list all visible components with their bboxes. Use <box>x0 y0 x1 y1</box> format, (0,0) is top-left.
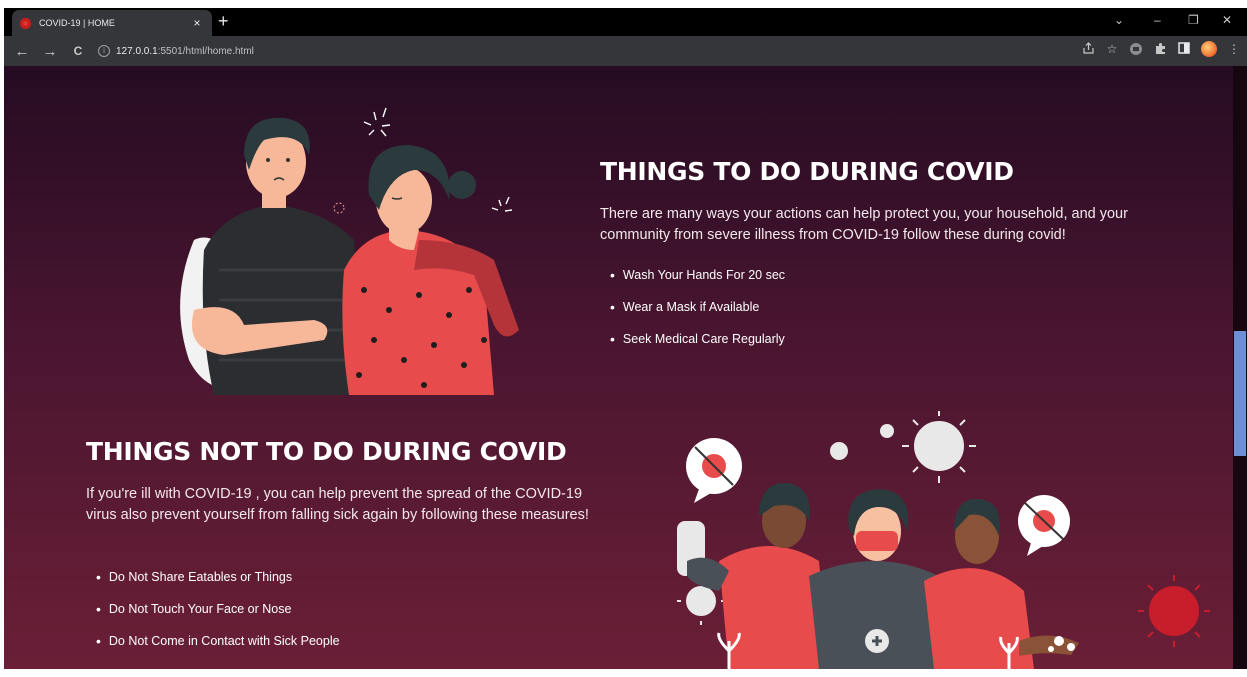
forward-button[interactable]: → <box>36 43 64 60</box>
url-host: 127.0.0.1 <box>116 45 158 57</box>
browser-toolbar: ← → C i 127.0.0.1 :5501/html/home.html ☆… <box>4 36 1247 66</box>
list-item: Do Not Come in Contact with Sick People <box>96 625 340 657</box>
extension-box-icon[interactable] <box>1129 42 1143 56</box>
list-item: Wash Your Hands For 20 sec <box>610 259 785 291</box>
tab-search-button[interactable]: ⌄ <box>1114 13 1124 27</box>
things-not-to-do-list: Do Not Share Eatables or Things Do Not T… <box>96 561 340 657</box>
things-to-do-description: There are many ways your actions can hel… <box>600 206 1128 243</box>
list-item: Wear a Mask if Available <box>610 291 785 323</box>
maximize-button[interactable]: ❐ <box>1188 13 1199 27</box>
no-virus-bubble-left <box>686 438 742 503</box>
things-not-to-do-description: If you're ill with COVID-19 , you can he… <box>86 486 589 523</box>
reload-button[interactable]: C <box>64 44 92 58</box>
puzzle-icon[interactable] <box>1153 42 1167 56</box>
page-content: THINGS TO DO DURING COVID There are many… <box>4 66 1247 669</box>
no-virus-bubble-right <box>1018 495 1070 556</box>
tab-close-button[interactable]: × <box>190 16 204 30</box>
favicon-icon <box>20 17 31 29</box>
address-bar[interactable]: i 127.0.0.1 :5501/html/home.html <box>98 39 1128 63</box>
sidebar-icon[interactable] <box>1177 42 1191 56</box>
things-to-do-title: THINGS TO DO DURING COVID <box>600 157 1014 186</box>
things-to-do-list: Wash Your Hands For 20 sec Wear a Mask i… <box>610 259 785 355</box>
tab-title: COVID-19 | HOME <box>39 18 115 28</box>
browser-tab[interactable]: COVID-19 | HOME × <box>12 10 212 36</box>
coughing-people-illustration <box>180 107 519 395</box>
toolbar-actions: ☆ ⋮ <box>1081 41 1241 57</box>
menu-icon[interactable]: ⋮ <box>1227 42 1241 56</box>
browser-window: COVID-19 | HOME × + ⌄ – ❐ ✕ ← → C i 127.… <box>4 8 1247 66</box>
back-button[interactable]: ← <box>8 43 36 60</box>
site-info-icon[interactable]: i <box>98 45 110 57</box>
list-item: Do Not Share Eatables or Things <box>96 561 340 593</box>
share-icon[interactable] <box>1081 42 1095 56</box>
profile-icon[interactable] <box>1201 41 1217 57</box>
new-tab-button[interactable]: + <box>218 12 229 30</box>
scrollbar-thumb[interactable] <box>1234 331 1246 456</box>
minimize-button[interactable]: – <box>1154 13 1161 27</box>
url-path: :5501/html/home.html <box>157 45 254 57</box>
list-item: Seek Medical Care Regularly <box>610 323 785 355</box>
tab-strip: COVID-19 | HOME × + ⌄ – ❐ ✕ <box>4 8 1247 36</box>
prevention-people-illustration <box>677 411 1210 669</box>
list-item: Do Not Touch Your Face or Nose <box>96 593 340 625</box>
star-icon[interactable]: ☆ <box>1105 42 1119 56</box>
things-not-to-do-title: THINGS NOT TO DO DURING COVID <box>86 437 567 466</box>
close-window-button[interactable]: ✕ <box>1222 13 1232 27</box>
scrollbar-track[interactable] <box>1233 66 1247 669</box>
